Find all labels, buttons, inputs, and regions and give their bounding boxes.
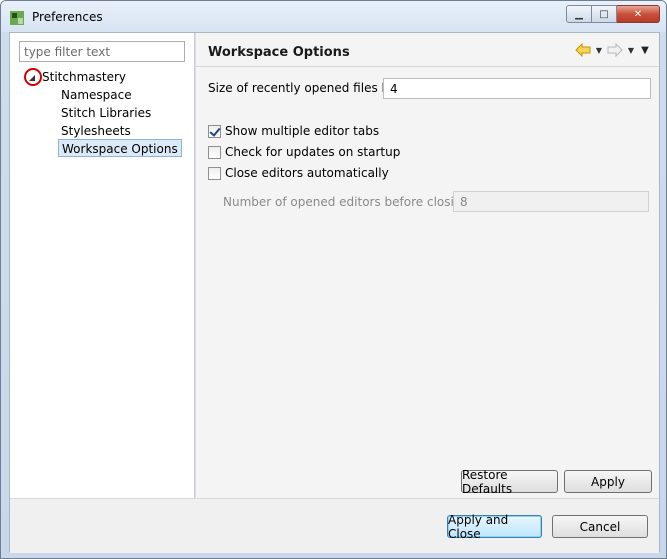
minimize-button[interactable]: ▁: [566, 5, 592, 23]
checkbox[interactable]: [208, 166, 221, 180]
maximize-button[interactable]: □: [592, 5, 617, 23]
tree-item-stitch-libraries[interactable]: Stitch Libraries: [61, 104, 151, 122]
filter-input[interactable]: [19, 41, 185, 62]
option-check-for-updates[interactable]: Check for updates on startup: [208, 144, 400, 160]
tree-item-stitchmastery[interactable]: Stitchmastery: [42, 68, 126, 86]
option-label: Check for updates on startup: [225, 145, 401, 159]
recent-files-field[interactable]: [383, 78, 651, 99]
back-arrow-icon[interactable]: [575, 43, 591, 57]
editors-before-closing-label: Number of opened editors before closing:: [223, 195, 474, 209]
back-dropdown-icon[interactable]: ▼: [593, 46, 605, 55]
checkbox[interactable]: [208, 145, 221, 159]
page-header: Workspace Options ▼ ▼ ▼: [196, 33, 659, 67]
recent-files-label: Size of recently opened files list:: [208, 81, 404, 95]
forward-dropdown-icon[interactable]: ▼: [625, 46, 637, 55]
checkbox-checked[interactable]: [208, 124, 221, 138]
dialog-button-bar: Apply and Close Cancel: [10, 498, 659, 553]
page-navigation: ▼ ▼ ▼: [575, 43, 651, 57]
cancel-button[interactable]: Cancel: [552, 515, 648, 538]
option-show-multiple-editor-tabs[interactable]: Show multiple editor tabs: [208, 123, 379, 139]
expand-collapse-toggle[interactable]: [24, 68, 42, 86]
restore-defaults-button[interactable]: Restore Defaults: [461, 468, 558, 496]
option-label: Show multiple editor tabs: [225, 124, 380, 138]
preference-tree-pane: Stitchmastery Namespace Stitch Libraries…: [10, 33, 194, 498]
close-button[interactable]: ✕: [617, 5, 660, 23]
tree-item-stylesheets[interactable]: Stylesheets: [61, 122, 131, 140]
page-title: Workspace Options: [208, 45, 350, 60]
view-menu-icon[interactable]: ▼: [639, 45, 651, 56]
title-bar[interactable]: Preferences ▁ □ ✕: [1, 1, 666, 32]
window-title: Preferences: [32, 10, 103, 24]
app-icon: [10, 11, 24, 25]
editors-before-closing-field[interactable]: [453, 191, 649, 212]
tree-item-workspace-options[interactable]: Workspace Options: [58, 139, 182, 157]
forward-arrow-icon[interactable]: [607, 43, 623, 57]
apply-button[interactable]: Apply: [564, 470, 652, 493]
preference-page: Workspace Options ▼ ▼ ▼ Size of recently…: [196, 33, 659, 498]
tree-item-namespace[interactable]: Namespace: [61, 86, 132, 104]
window-controls: ▁ □ ✕: [566, 5, 660, 23]
apply-and-close-button[interactable]: Apply and Close: [447, 513, 542, 541]
option-close-editors-automatically[interactable]: Close editors automatically: [208, 165, 389, 181]
dialog-client-area: Stitchmastery Namespace Stitch Libraries…: [9, 32, 660, 553]
preferences-window: Preferences ▁ □ ✕ Stitchmastery Namespac…: [0, 0, 667, 559]
expanded-triangle-icon: [29, 75, 35, 81]
option-label: Close editors automatically: [225, 166, 389, 180]
